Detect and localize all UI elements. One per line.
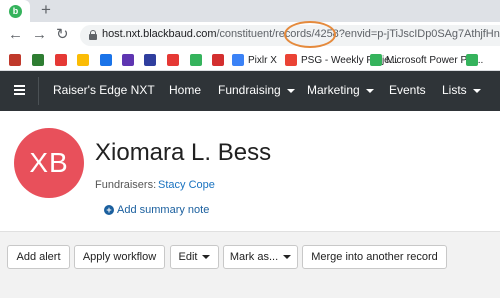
chevron-down-icon [365, 88, 374, 93]
bookmark-favicon-icon [122, 54, 134, 66]
nav-divider [38, 77, 39, 105]
bookmark-favicon-icon [167, 54, 179, 66]
browser-tab[interactable]: b [0, 0, 30, 22]
blackbaud-favicon-icon: b [9, 5, 22, 18]
bookmark-item[interactable] [32, 53, 44, 67]
bookmark-favicon-icon [32, 54, 44, 66]
app-navbar: Raiser's Edge NXT Home Fundraising Marke… [0, 71, 500, 111]
apply-workflow-button[interactable]: Apply workflow [74, 245, 165, 269]
nav-item-fundraising-label: Fundraising [218, 83, 281, 97]
back-icon[interactable]: ← [8, 26, 23, 44]
bookmark-favicon-icon [100, 54, 112, 66]
nav-item-lists[interactable]: Lists [442, 83, 481, 97]
bookmark-favicon-icon [466, 54, 478, 66]
mark-as-label: Mark as... [229, 251, 279, 263]
constituent-name: Xiomara L. Bess [95, 139, 272, 166]
nav-item-home[interactable]: Home [169, 83, 201, 97]
product-brand[interactable]: Raiser's Edge NXT [53, 83, 155, 97]
bookmark-label: Pixlr X [248, 54, 277, 66]
bookmark-favicon-icon [9, 54, 21, 66]
mark-as-dropdown-button[interactable]: Mark as... [223, 245, 298, 269]
add-summary-note-link[interactable]: + Add summary note [104, 204, 209, 216]
bookmark-item[interactable] [466, 53, 478, 67]
avatar: XB [14, 128, 84, 198]
nav-item-events[interactable]: Events [389, 83, 426, 97]
forward-icon[interactable]: → [32, 26, 47, 44]
bookmark-favicon-icon [144, 54, 156, 66]
chevron-down-icon [202, 255, 211, 260]
edit-dropdown-button[interactable]: Edit [170, 245, 219, 269]
fundraisers-label: Fundraisers: [95, 179, 157, 191]
bookmarks-bar: Pixlr X PSG - Weekly Proje... Microsoft Po… [0, 49, 500, 71]
add-summary-note-label: Add summary note [117, 204, 210, 216]
bookmark-favicon-icon [55, 54, 67, 66]
url-host: host.nxt.blackbaud.com [102, 28, 217, 40]
bookmark-favicon-icon [77, 54, 89, 66]
browser-toolbar: ← → ↻ host.nxt.blackbaud.com/constituent… [0, 22, 500, 49]
new-tab-button[interactable]: + [41, 1, 51, 19]
bookmark-item[interactable] [122, 53, 134, 67]
bookmark-item[interactable] [55, 53, 67, 67]
bookmark-item[interactable] [77, 53, 89, 67]
merge-record-button[interactable]: Merge into another record [302, 245, 447, 269]
chevron-down-icon [472, 88, 481, 93]
bookmark-item[interactable] [190, 53, 202, 67]
bookmark-item[interactable] [144, 53, 156, 67]
bookmark-favicon-icon [285, 54, 297, 66]
bookmark-item[interactable] [100, 53, 112, 67]
chevron-down-icon [286, 88, 295, 93]
chevron-down-icon [283, 255, 292, 260]
nav-item-marketing[interactable]: Marketing [307, 83, 374, 97]
bookmark-item[interactable] [9, 53, 21, 67]
add-alert-button[interactable]: Add alert [7, 245, 70, 269]
browser-tab-strip: b + [0, 0, 500, 22]
bookmark-favicon-icon [370, 54, 382, 66]
plus-circle-icon: + [104, 205, 114, 215]
bookmark-favicon-icon [212, 54, 224, 66]
edit-label: Edit [178, 251, 198, 263]
menu-icon[interactable] [14, 85, 25, 95]
bookmark-item[interactable] [167, 53, 179, 67]
bookmark-item[interactable] [212, 53, 224, 67]
nav-item-fundraising[interactable]: Fundraising [218, 83, 295, 97]
reload-icon[interactable]: ↻ [56, 26, 69, 44]
fundraiser-link[interactable]: Stacy Cope [158, 179, 215, 191]
record-header: XB Xiomara L. Bess Fundraisers: Stacy Co… [0, 111, 500, 231]
nav-item-lists-label: Lists [442, 83, 467, 97]
bookmark-item[interactable]: Pixlr X [232, 53, 277, 67]
url-path: /constituent/records/4258?envid=p-jTiJsc… [216, 28, 500, 40]
nav-item-marketing-label: Marketing [307, 83, 360, 97]
annotation-circle [284, 21, 336, 48]
record-action-bar: Add alert Apply workflow Edit Mark as...… [0, 231, 500, 298]
bookmark-favicon-icon [232, 54, 244, 66]
lock-icon [89, 30, 97, 40]
bookmark-favicon-icon [190, 54, 202, 66]
